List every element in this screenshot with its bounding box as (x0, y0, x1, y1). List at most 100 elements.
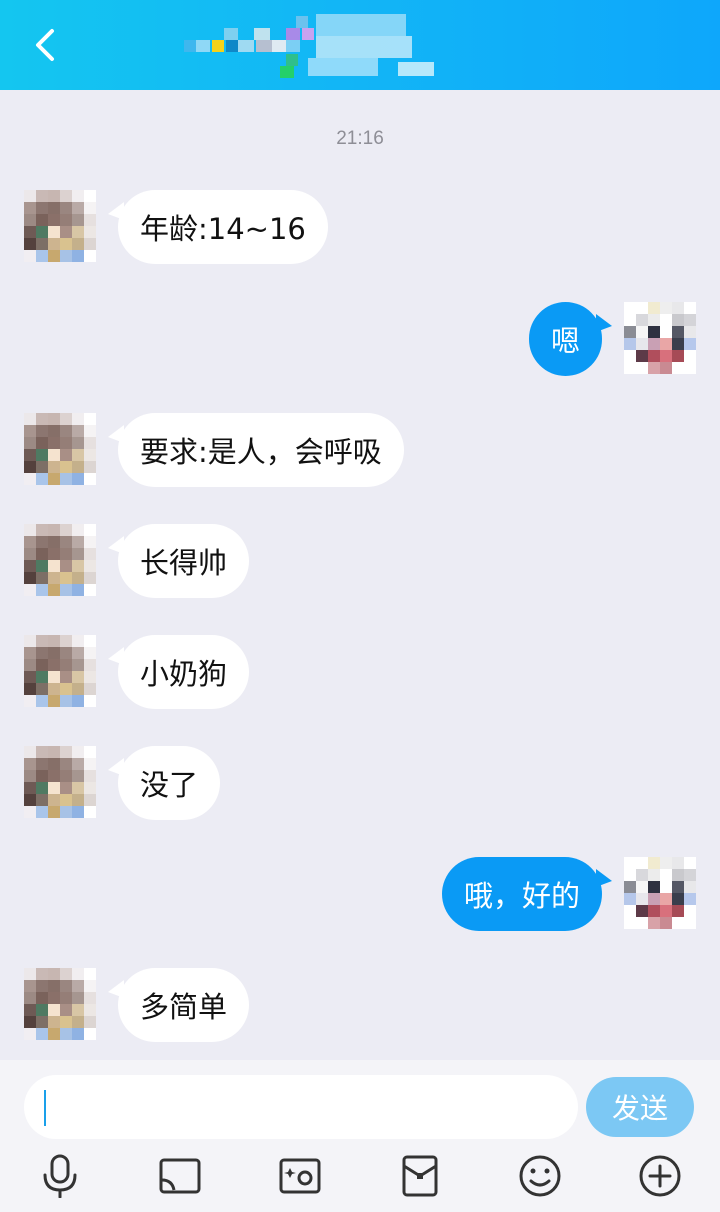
avatar-pixel (84, 238, 96, 250)
avatar-pixel (648, 881, 660, 893)
self-avatar[interactable] (624, 302, 696, 374)
avatar-pixel (48, 584, 60, 596)
avatar-pixel (24, 548, 36, 560)
avatar-pixel (72, 695, 84, 707)
screen-share-button[interactable] (156, 1152, 204, 1200)
avatar-pixel (84, 584, 96, 596)
avatar-pixel (60, 560, 72, 572)
avatar-pixel (60, 238, 72, 250)
avatar-pixel (60, 1028, 72, 1040)
avatar-pixel (48, 647, 60, 659)
avatar-pixel (48, 782, 60, 794)
avatar-pixel (48, 1028, 60, 1040)
avatar-pixel (24, 695, 36, 707)
self-avatar[interactable] (624, 857, 696, 929)
avatar-pixel (60, 647, 72, 659)
avatar-pixel (48, 548, 60, 560)
contact-avatar[interactable] (24, 524, 96, 596)
message-row: 没了 (0, 746, 720, 822)
avatar-pixel (60, 635, 72, 647)
avatar-pixel (72, 190, 84, 202)
avatar-pixel (60, 461, 72, 473)
message-input[interactable] (24, 1075, 578, 1139)
message-bubble[interactable]: 没了 (118, 746, 221, 820)
avatar-pixel (648, 350, 660, 362)
avatar-pixel (624, 326, 636, 338)
avatar-pixel (24, 425, 36, 437)
contact-avatar[interactable] (24, 190, 96, 262)
avatar-pixel (72, 806, 84, 818)
contact-avatar[interactable] (24, 413, 96, 485)
avatar-pixel (672, 869, 684, 881)
avatar-pixel (48, 449, 60, 461)
avatar-pixel (660, 893, 672, 905)
avatar-pixel (24, 226, 36, 238)
avatar-pixel (24, 683, 36, 695)
avatar-pixel (648, 893, 660, 905)
avatar-pixel (24, 572, 36, 584)
avatar-pixel (36, 524, 48, 536)
avatar-pixel (84, 647, 96, 659)
message-bubble[interactable]: 多简单 (118, 968, 250, 1042)
avatar-pixel (624, 362, 636, 374)
avatar-pixel (24, 794, 36, 806)
avatar-pixel (36, 992, 48, 1004)
avatar-pixel (684, 314, 696, 326)
avatar-pixel (24, 473, 36, 485)
avatar-pixel (72, 584, 84, 596)
avatar-pixel (660, 302, 672, 314)
avatar-pixel (24, 659, 36, 671)
avatar-pixel (48, 473, 60, 485)
photo-button[interactable] (276, 1152, 324, 1200)
message-bubble[interactable]: 嗯 (528, 302, 602, 376)
avatar-pixel (36, 647, 48, 659)
avatar-pixel (660, 869, 672, 881)
avatar-pixel (36, 461, 48, 473)
message-bubble[interactable]: 长得帅 (118, 524, 250, 598)
avatar-pixel (60, 473, 72, 485)
avatar-pixel (648, 338, 660, 350)
avatar-pixel (660, 905, 672, 917)
avatar-pixel (24, 202, 36, 214)
avatar-pixel (48, 659, 60, 671)
send-button[interactable]: 发送 (586, 1077, 694, 1137)
red-packet-button[interactable] (396, 1152, 444, 1200)
avatar-pixel (72, 202, 84, 214)
avatar-pixel (684, 326, 696, 338)
avatar-pixel (636, 302, 648, 314)
message-bubble[interactable]: 年龄:14~16 (118, 190, 328, 264)
contact-avatar[interactable] (24, 968, 96, 1040)
message-bubble[interactable]: 哦，好的 (441, 857, 602, 931)
avatar-pixel (84, 770, 96, 782)
avatar-pixel (24, 806, 36, 818)
avatar-pixel (36, 683, 48, 695)
back-button[interactable] (22, 22, 68, 68)
avatar-pixel (60, 992, 72, 1004)
message-row: 哦，好的 (0, 857, 720, 933)
avatar-pixel (672, 917, 684, 929)
avatar-pixel (24, 980, 36, 992)
avatar-pixel (48, 250, 60, 262)
avatar-pixel (660, 881, 672, 893)
avatar-pixel (84, 226, 96, 238)
avatar-pixel (60, 695, 72, 707)
avatar-pixel (660, 338, 672, 350)
avatar-pixel (24, 584, 36, 596)
avatar-pixel (84, 992, 96, 1004)
avatar-pixel (60, 536, 72, 548)
avatar-pixel (72, 671, 84, 683)
more-button[interactable] (636, 1152, 684, 1200)
message-row: 年龄:14~16 (0, 190, 720, 266)
voice-button[interactable] (36, 1152, 84, 1200)
emoji-button[interactable] (516, 1152, 564, 1200)
message-bubble[interactable]: 要求:是人，会呼吸 (118, 413, 404, 487)
contact-avatar[interactable] (24, 635, 96, 707)
avatar-pixel (24, 746, 36, 758)
avatar-pixel (660, 350, 672, 362)
message-bubble[interactable]: 小奶狗 (118, 635, 250, 709)
avatar-pixel (36, 1004, 48, 1016)
avatar-pixel (660, 362, 672, 374)
emoji-icon (519, 1155, 561, 1197)
contact-avatar[interactable] (24, 746, 96, 818)
avatar-pixel (636, 893, 648, 905)
